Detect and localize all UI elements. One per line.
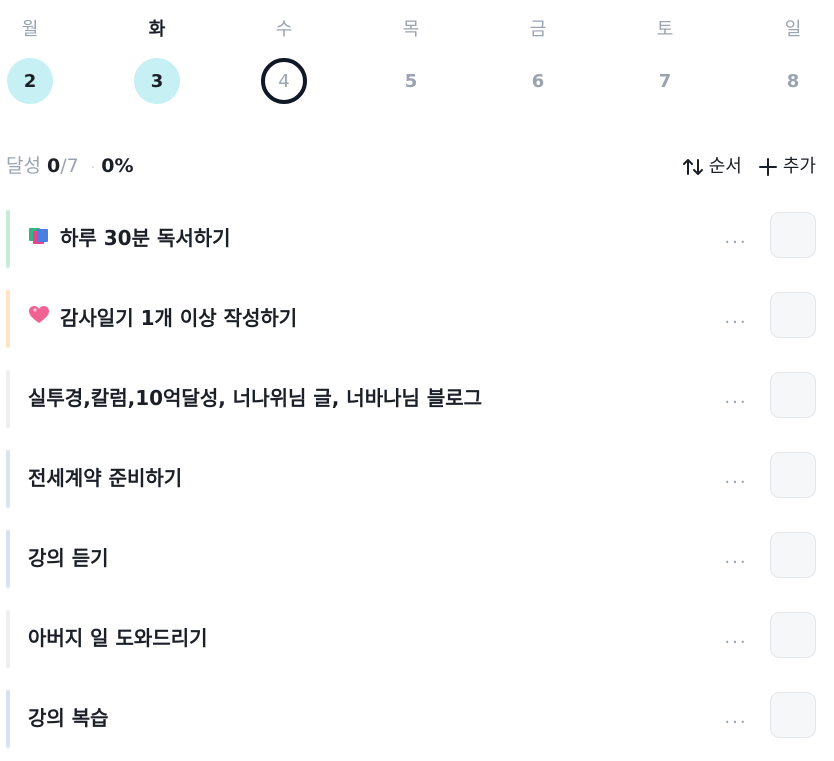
add-label: 추가: [782, 156, 816, 177]
habit-row[interactable]: 하루 30분 독서하기 ···: [0, 208, 834, 268]
books-icon: [28, 222, 50, 254]
habit-checkbox[interactable]: [770, 292, 816, 338]
habit-title-text: 하루 30분 독서하기: [60, 226, 231, 250]
habit-row[interactable]: 실투경,칼럼,10억달성, 너나위님 글, 너바나님 블로그 ···: [0, 368, 834, 428]
habit-checkbox[interactable]: [770, 452, 816, 498]
more-options-button[interactable]: ···: [720, 710, 752, 734]
habit-row[interactable]: 아버지 일 도와드리기 ···: [0, 608, 834, 668]
date-button-7[interactable]: 7: [642, 58, 688, 104]
habit-title: 아버지 일 도와드리기: [28, 622, 208, 654]
date-button-8[interactable]: 8: [770, 58, 816, 104]
plus-icon: [758, 158, 777, 176]
day-name-sun: 일: [784, 19, 802, 40]
achievement-total: /7: [60, 155, 79, 177]
habit-title: 감사일기 1개 이상 작성하기: [28, 302, 297, 334]
sort-button[interactable]: 순서: [682, 153, 742, 181]
more-options-button[interactable]: ···: [720, 390, 752, 414]
more-options-button[interactable]: ···: [720, 470, 752, 494]
habit-title-text: 감사일기 1개 이상 작성하기: [60, 306, 298, 330]
habit-row[interactable]: 전세계약 준비하기 ···: [0, 448, 834, 508]
habit-title: 하루 30분 독서하기: [28, 222, 231, 254]
habit-title: 전세계약 준비하기: [28, 462, 182, 494]
add-habit-button[interactable]: 추가: [758, 153, 816, 181]
day-name-fri: 금: [529, 19, 547, 40]
achievement-separator: ·: [90, 160, 96, 176]
habit-title-text: 아버지 일 도와드리기: [28, 626, 208, 650]
habit-title-text: 전세계약 준비하기: [28, 466, 183, 490]
habit-color-bar: [6, 290, 10, 348]
habit-row[interactable]: 강의 복습 ···: [0, 688, 834, 748]
habit-row[interactable]: 감사일기 1개 이상 작성하기 ···: [0, 288, 834, 348]
habit-color-bar: [6, 530, 10, 588]
habit-title-text: 강의 듣기: [28, 546, 109, 570]
more-options-button[interactable]: ···: [720, 550, 752, 574]
habit-color-bar: [6, 210, 10, 268]
list-toolbar: 순서 추가: [682, 153, 816, 181]
week-strip: 월 2 화 3 수 4 목 5 금 6 토 7 일 8: [0, 0, 834, 120]
habit-checkbox[interactable]: [770, 212, 816, 258]
day-name-wed: 수: [275, 19, 293, 40]
habit-title: 강의 듣기: [28, 542, 109, 574]
habit-row[interactable]: 강의 듣기 ···: [0, 528, 834, 588]
more-options-button[interactable]: ···: [720, 630, 752, 654]
habit-color-bar: [6, 690, 10, 748]
habit-color-bar: [6, 610, 10, 668]
habit-checkbox[interactable]: [770, 692, 816, 738]
day-name-sat: 토: [656, 19, 674, 40]
habit-title-text: 강의 복습: [28, 706, 109, 730]
day-name-tue: 화: [148, 19, 166, 40]
habit-checkbox[interactable]: [770, 372, 816, 418]
habit-title: 강의 복습: [28, 702, 109, 734]
sort-arrows-icon: [682, 159, 703, 175]
habit-color-bar: [6, 370, 10, 428]
date-button-5[interactable]: 5: [388, 58, 434, 104]
sort-label: 순서: [708, 156, 742, 177]
habit-title: 실투경,칼럼,10억달성, 너나위님 글, 너바나님 블로그: [28, 382, 482, 414]
habit-checkbox[interactable]: [770, 532, 816, 578]
day-name-thu: 목: [402, 19, 420, 40]
date-button-3[interactable]: 3: [134, 58, 180, 104]
achievement-completed: 0: [47, 155, 61, 177]
date-button-6[interactable]: 6: [515, 58, 561, 104]
heart-icon: [28, 302, 50, 334]
more-options-button[interactable]: ···: [720, 310, 752, 334]
achievement-label: 달성: [6, 155, 41, 177]
habit-title-text: 실투경,칼럼,10억달성, 너나위님 글, 너바나님 블로그: [28, 386, 483, 410]
day-name-mon: 월: [21, 19, 39, 40]
habit-color-bar: [6, 450, 10, 508]
date-button-4[interactable]: 4: [261, 58, 307, 104]
achievement-percent: 0%: [101, 155, 134, 177]
achievement-summary: 달성 0/7 · 0%: [6, 152, 134, 182]
more-options-button[interactable]: ···: [720, 230, 752, 254]
date-button-2[interactable]: 2: [7, 58, 53, 104]
habit-checkbox[interactable]: [770, 612, 816, 658]
